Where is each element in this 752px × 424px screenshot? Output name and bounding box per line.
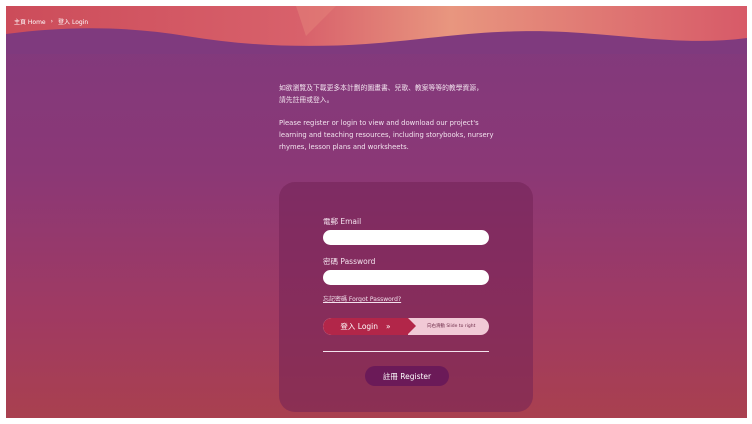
breadcrumb-separator-icon: › (50, 18, 54, 25)
intro-zh-line-2: 請先註冊或登入。 (279, 96, 334, 104)
password-field[interactable] (323, 270, 489, 285)
intro-zh-line-1: 如欲瀏覽及下載更多本計劃的圖畫書、兒歌、教案等等的教學資源， (279, 84, 483, 92)
breadcrumb-home-link[interactable]: 主頁 Home (14, 17, 46, 26)
login-card: 電郵 Email 密碼 Password 忘記密碼 Forgot Passwor… (279, 182, 533, 412)
intro-text: 如欲瀏覽及下載更多本計劃的圖畫書、兒歌、教案等等的教學資源， 請先註冊或登入。 … (279, 82, 549, 153)
header-wave-banner (6, 6, 747, 54)
breadcrumb: 主頁 Home › 登入 Login (14, 17, 88, 26)
forgot-password-link[interactable]: 忘記密碼 Forgot Password? (323, 294, 401, 303)
login-page: 主頁 Home › 登入 Login 如欲瀏覽及下載更多本計劃的圖畫書、兒歌、教… (6, 6, 747, 418)
slide-hint: 向右滑動 Slide to right (427, 324, 476, 329)
login-label: 登入 Login (340, 322, 379, 331)
intro-en-line-1: Please register or login to view and dow… (279, 119, 479, 127)
email-label: 電郵 Email (323, 217, 362, 226)
double-chevron-right-icon: » (386, 322, 391, 331)
password-label: 密碼 Password (323, 257, 376, 266)
register-label: 註冊 Register (382, 371, 432, 381)
breadcrumb-current: 登入 Login (58, 19, 89, 26)
login-slider-knob[interactable]: 登入 Login » (323, 318, 416, 335)
intro-en-line-2: learning and teaching resources, includi… (279, 131, 494, 139)
email-field[interactable] (323, 230, 489, 245)
register-button[interactable]: 註冊 Register (365, 366, 449, 386)
intro-en-line-3: rhymes, lesson plans and worksheets. (279, 143, 409, 151)
slide-to-login-control[interactable]: 登入 Login » 向右滑動 Slide to right (323, 318, 489, 335)
divider (323, 351, 489, 352)
